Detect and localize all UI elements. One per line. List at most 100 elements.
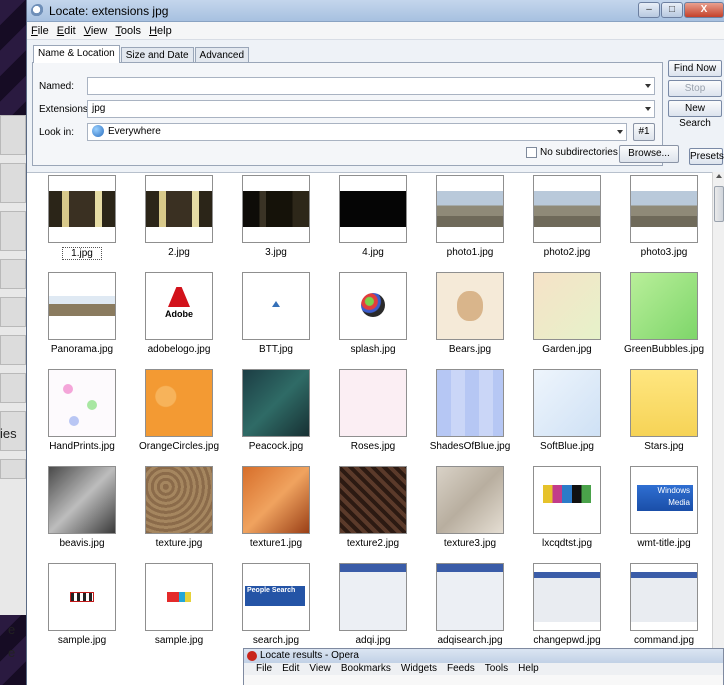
result-item[interactable]: BTT.jpg xyxy=(231,272,329,368)
thumbnail-image[interactable] xyxy=(145,175,213,243)
stop-button[interactable]: Stop xyxy=(668,80,722,97)
thumbnail-image[interactable] xyxy=(339,175,407,243)
result-item[interactable]: HandPrints.jpg xyxy=(37,369,135,465)
thumbnail-image[interactable] xyxy=(630,563,698,631)
thumbnail-image[interactable] xyxy=(630,369,698,437)
tab-advanced[interactable]: Advanced xyxy=(194,47,250,63)
result-item[interactable]: ShadesOfBlue.jpg xyxy=(425,369,523,465)
thumbnail-image[interactable] xyxy=(48,272,116,340)
thumbnail-image[interactable] xyxy=(533,563,601,631)
thumbnail-image[interactable] xyxy=(533,466,601,534)
opera-menu-edit[interactable]: Edit xyxy=(282,663,299,675)
result-item[interactable]: Garden.jpg xyxy=(522,272,620,368)
result-item[interactable]: 2.jpg xyxy=(134,175,232,271)
thumbnail-image[interactable] xyxy=(436,272,504,340)
menu-view[interactable]: View xyxy=(84,25,108,37)
thumbnail-image[interactable] xyxy=(48,563,116,631)
dropdown-arrow-icon[interactable] xyxy=(645,107,651,111)
opera-menu-widgets[interactable]: Widgets xyxy=(401,663,437,675)
opera-menu-bookmarks[interactable]: Bookmarks xyxy=(341,663,391,675)
opera-menu-feeds[interactable]: Feeds xyxy=(447,663,475,675)
result-item[interactable]: texture3.jpg xyxy=(425,466,523,562)
result-item[interactable]: adqi.jpg xyxy=(328,563,426,659)
result-item[interactable]: command.jpg xyxy=(619,563,717,659)
hash-button[interactable]: #1 xyxy=(633,123,655,141)
thumbnail-image[interactable] xyxy=(145,369,213,437)
opera-menu-file[interactable]: File xyxy=(256,663,272,675)
named-combobox[interactable] xyxy=(87,77,655,95)
checkbox-icon[interactable] xyxy=(526,147,537,158)
thumbnail-image[interactable] xyxy=(630,175,698,243)
result-item[interactable]: GreenBubbles.jpg xyxy=(619,272,717,368)
result-item[interactable]: 4.jpg xyxy=(328,175,426,271)
result-item[interactable]: photo2.jpg xyxy=(522,175,620,271)
result-item[interactable]: texture1.jpg xyxy=(231,466,329,562)
new-search-button[interactable]: New Search xyxy=(668,100,722,129)
presets-button[interactable]: Presets xyxy=(689,148,724,165)
find-now-button[interactable]: Find Now xyxy=(668,60,722,77)
thumbnail-image[interactable] xyxy=(145,563,213,631)
result-item[interactable]: Roses.jpg xyxy=(328,369,426,465)
scrollbar-thumb[interactable] xyxy=(714,186,724,222)
opera-bookmarks-bar[interactable] xyxy=(244,675,723,685)
result-item[interactable]: 1.jpg xyxy=(37,175,135,271)
lookin-combobox[interactable]: Everywhere xyxy=(87,123,627,141)
menu-file[interactable]: File xyxy=(31,25,49,37)
result-item[interactable]: beavis.jpg xyxy=(37,466,135,562)
opera-menu-help[interactable]: Help xyxy=(518,663,539,675)
no-subdirectories-checkbox[interactable]: No subdirectories xyxy=(526,147,618,158)
thumbnail-image[interactable] xyxy=(339,369,407,437)
result-item[interactable]: texture2.jpg xyxy=(328,466,426,562)
thumbnail-image[interactable] xyxy=(533,175,601,243)
dropdown-arrow-icon[interactable] xyxy=(617,130,623,134)
thumbnail-image[interactable] xyxy=(436,175,504,243)
result-item[interactable]: 3.jpg xyxy=(231,175,329,271)
thumbnail-image[interactable]: People Search xyxy=(242,563,310,631)
result-item[interactable]: splash.jpg xyxy=(328,272,426,368)
thumbnail-image[interactable]: Windows Media xyxy=(630,466,698,534)
thumbnail-image[interactable] xyxy=(242,466,310,534)
result-item[interactable]: photo1.jpg xyxy=(425,175,523,271)
result-item[interactable]: OrangeCircles.jpg xyxy=(134,369,232,465)
menu-help[interactable]: Help xyxy=(149,25,172,37)
menu-tools[interactable]: Tools xyxy=(115,25,141,37)
opera-menu-view[interactable]: View xyxy=(309,663,331,675)
scroll-up-icon[interactable] xyxy=(716,174,722,178)
result-item[interactable]: texture.jpg xyxy=(134,466,232,562)
thumbnail-image[interactable] xyxy=(339,272,407,340)
tab-size-date[interactable]: Size and Date xyxy=(120,47,194,63)
thumbnail-image[interactable] xyxy=(145,466,213,534)
result-item[interactable]: lxcqdtst.jpg xyxy=(522,466,620,562)
result-item[interactable]: Panorama.jpg xyxy=(37,272,135,368)
result-item[interactable]: Windows Media wmt-title.jpg xyxy=(619,466,717,562)
result-item[interactable]: SoftBlue.jpg xyxy=(522,369,620,465)
thumbnail-image[interactable] xyxy=(436,369,504,437)
thumbnail-image[interactable]: Adobe xyxy=(145,272,213,340)
tab-name-location[interactable]: Name & Location xyxy=(33,45,120,63)
title-bar[interactable]: Locate: extensions jpg – □ X xyxy=(27,0,724,22)
thumbnail-image[interactable] xyxy=(48,369,116,437)
opera-window[interactable]: Locate results - Opera File Edit View Bo… xyxy=(243,648,724,685)
result-item[interactable]: sample.jpg xyxy=(134,563,232,659)
thumbnail-image[interactable] xyxy=(533,272,601,340)
thumbnail-image[interactable] xyxy=(339,563,407,631)
vertical-scrollbar[interactable] xyxy=(712,172,724,685)
thumbnail-image[interactable] xyxy=(48,466,116,534)
thumbnail-image[interactable] xyxy=(436,563,504,631)
result-item[interactable]: Peacock.jpg xyxy=(231,369,329,465)
thumbnail-image[interactable] xyxy=(242,175,310,243)
thumbnail-image[interactable] xyxy=(533,369,601,437)
menu-edit[interactable]: Edit xyxy=(57,25,76,37)
thumbnail-image[interactable] xyxy=(48,175,116,243)
browse-button[interactable]: Browse... xyxy=(619,145,679,163)
opera-menu-tools[interactable]: Tools xyxy=(485,663,508,675)
thumbnail-image[interactable] xyxy=(630,272,698,340)
thumbnail-image[interactable] xyxy=(436,466,504,534)
dropdown-arrow-icon[interactable] xyxy=(645,84,651,88)
close-button[interactable]: X xyxy=(684,2,724,18)
result-item[interactable]: photo3.jpg xyxy=(619,175,717,271)
result-item[interactable]: People Search search.jpg xyxy=(231,563,329,659)
result-item[interactable]: Bears.jpg xyxy=(425,272,523,368)
maximize-button[interactable]: □ xyxy=(661,2,683,18)
extensions-combobox[interactable]: jpg xyxy=(87,100,655,118)
